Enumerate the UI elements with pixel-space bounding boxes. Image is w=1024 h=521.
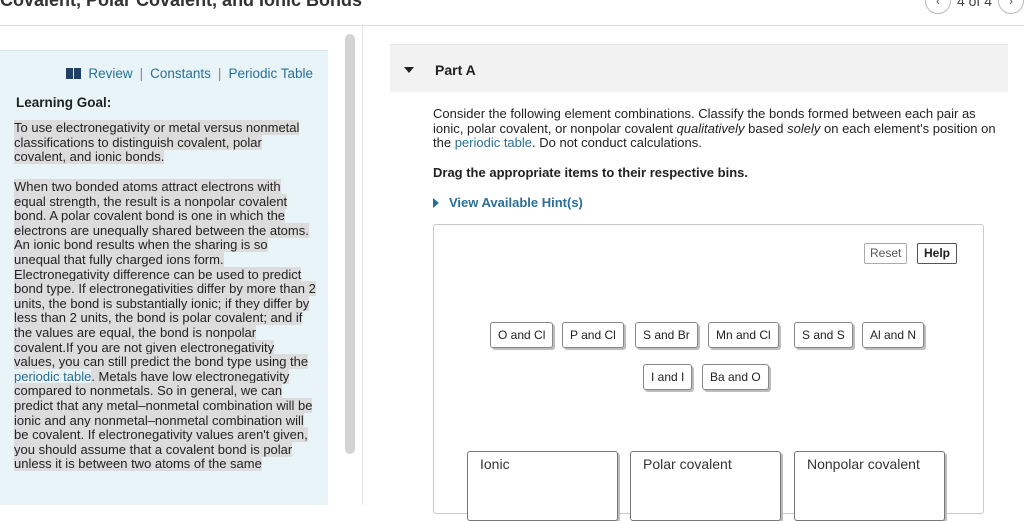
question-text: Consider the following element combinati… <box>433 106 1003 151</box>
periodic-table-question-link[interactable]: periodic table <box>455 135 532 150</box>
part-a-header[interactable]: Part A <box>390 44 1008 92</box>
drag-item-al-n[interactable]: Al and N <box>862 322 925 348</box>
pager-text: 4 of 4 <box>956 0 992 9</box>
bin-nonpolar-covalent[interactable]: Nonpolar covalent <box>794 451 945 521</box>
learning-panel: Review | Constants | Periodic Table Lear… <box>0 50 328 505</box>
bin-polar-covalent[interactable]: Polar covalent <box>630 451 781 521</box>
drag-item-ba-o[interactable]: Ba and O <box>702 364 769 390</box>
reset-button[interactable]: Reset <box>864 243 908 264</box>
constants-link[interactable]: Constants <box>150 66 211 81</box>
explanation-text: When two bonded atoms attract electrons … <box>14 179 316 472</box>
hint-label: View Available Hint(s) <box>449 195 583 210</box>
top-bar: Covalent, Polar Covalent, and Ionic Bond… <box>0 0 1024 26</box>
drag-item-s-s[interactable]: S and S <box>794 322 853 348</box>
drag-item-p-cl[interactable]: P and Cl <box>562 322 624 348</box>
drag-item-mn-cl[interactable]: Mn and Cl <box>708 322 779 348</box>
part-title: Part A <box>435 62 476 78</box>
question-emphasis: solely <box>787 120 821 136</box>
caret-down-icon <box>404 67 414 73</box>
bin-label: Polar covalent <box>643 456 736 472</box>
learning-goal-text: To use electronegativity or metal versus… <box>14 120 316 165</box>
caret-right-icon <box>433 197 439 208</box>
pager: ‹ 4 of 4 › <box>924 0 1024 14</box>
learning-goal-title: Learning Goal: <box>16 95 112 110</box>
goal-text: To use electronegativity or metal versus… <box>14 120 300 165</box>
drag-item-i-i[interactable]: I and I <box>643 364 693 390</box>
review-link[interactable]: Review <box>88 66 132 81</box>
drag-item-s-br[interactable]: S and Br <box>635 322 698 348</box>
bin-ionic[interactable]: Ionic <box>467 451 618 521</box>
help-button[interactable]: Help <box>917 243 958 264</box>
explanation-part-2: . Metals have low electronegativity comp… <box>14 368 313 472</box>
periodic-table-link[interactable]: Periodic Table <box>228 66 313 81</box>
drag-item-o-cl[interactable]: O and Cl <box>490 322 554 348</box>
periodic-table-inline-link[interactable]: periodic table <box>14 369 91 384</box>
chevron-right-icon[interactable]: › <box>998 0 1024 14</box>
question-part: . Do not conduct calculations. <box>532 135 702 150</box>
view-hints-link[interactable]: View Available Hint(s) <box>433 195 583 210</box>
scrollbar[interactable] <box>345 34 355 454</box>
link-separator: | <box>139 66 144 81</box>
book-icon <box>66 68 82 79</box>
panel-divider <box>362 26 363 505</box>
link-separator: | <box>217 66 222 81</box>
resource-links: Review | Constants | Periodic Table <box>66 66 313 81</box>
question-part: based <box>744 120 788 136</box>
page-title: Covalent, Polar Covalent, and Ionic Bond… <box>0 0 363 10</box>
bin-label: Nonpolar covalent <box>807 456 924 472</box>
instruction-text: Drag the appropriate items to their resp… <box>433 165 748 180</box>
question-emphasis: qualitatively <box>676 120 745 136</box>
bin-label: Ionic <box>480 456 514 472</box>
drag-and-drop-area: Reset Help O and Cl P and Cl S and Br Mn… <box>433 224 984 521</box>
chevron-left-icon[interactable]: ‹ <box>924 0 951 14</box>
explanation-part-1: When two bonded atoms attract electrons … <box>14 179 316 370</box>
